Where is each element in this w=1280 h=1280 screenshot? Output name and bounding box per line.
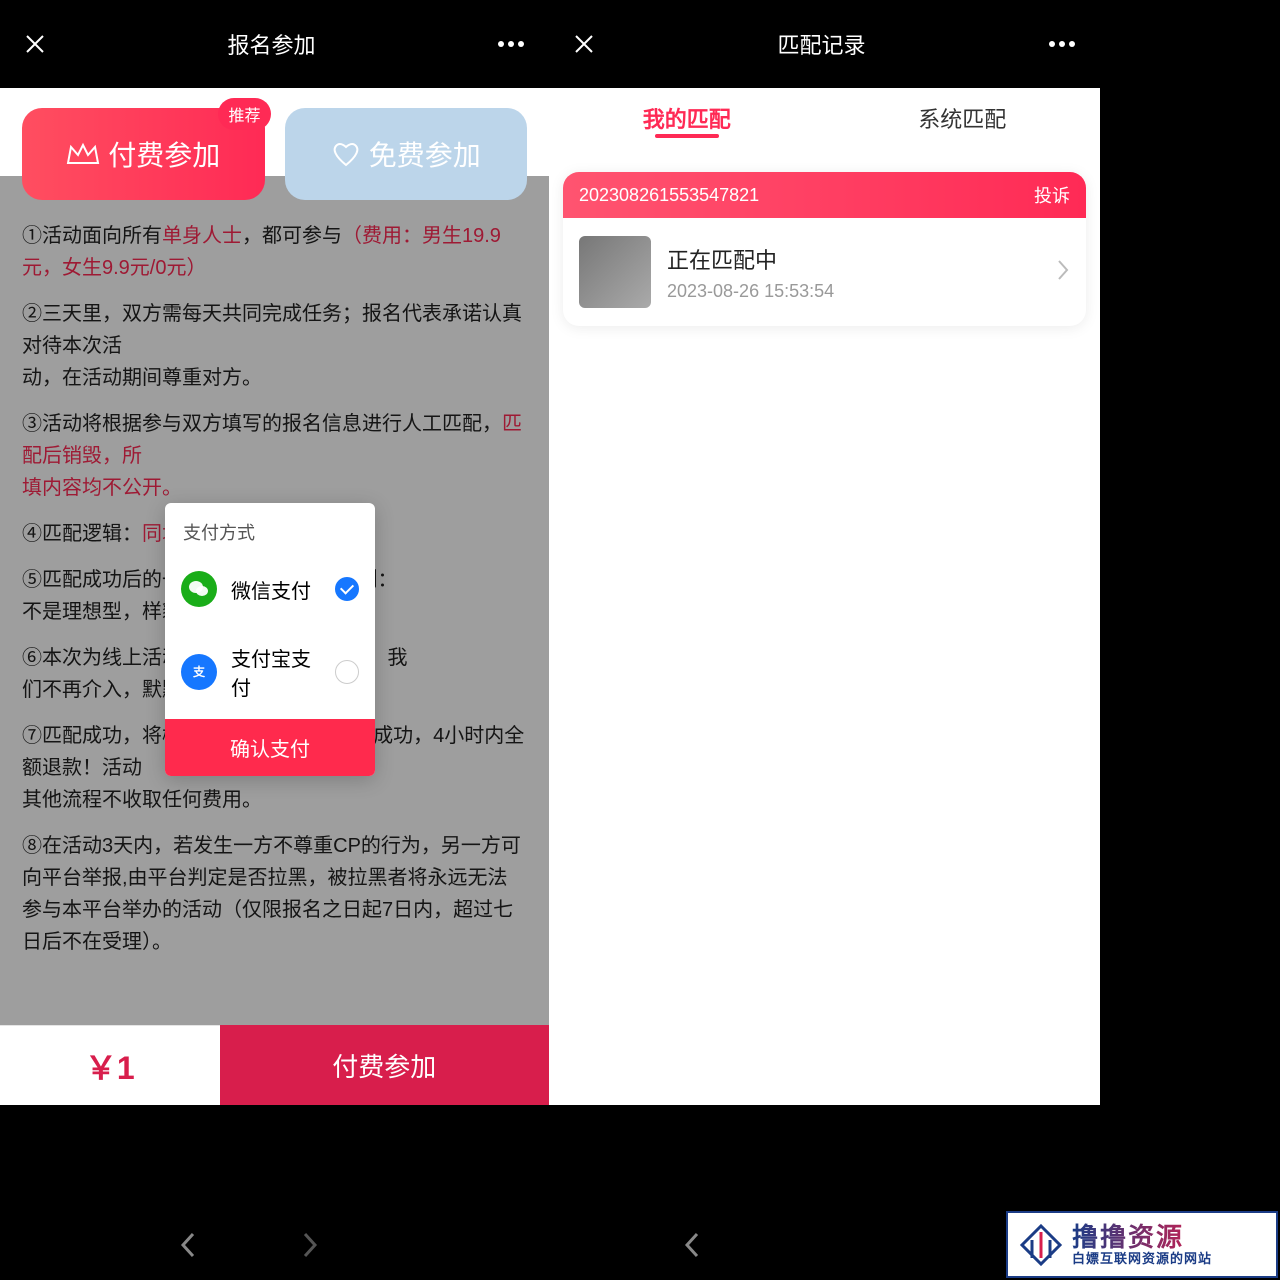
wechat-radio[interactable]: [335, 577, 359, 601]
chevron-right-icon: [1056, 259, 1070, 286]
tabs: 我的匹配 系统匹配: [549, 88, 1100, 148]
left-body: 付费参加 推荐 免费参加 ①活动面向所有单身人士，都可参与（费用：男生19.9元…: [0, 88, 549, 1105]
match-card[interactable]: 202308261553547821 投诉 正在匹配中 2023-08-26 1…: [563, 172, 1086, 326]
screen-match-history: 匹配记录 我的匹配 系统匹配 202308261553547821 投诉 正在匹…: [549, 0, 1100, 1105]
wechat-label: 微信支付: [231, 575, 321, 604]
payment-modal: 支付方式 微信支付 支 支付宝支付 确认支付: [165, 503, 375, 776]
recommend-badge: 推荐: [218, 98, 270, 130]
badge-logo-icon: [1018, 1222, 1064, 1268]
header-right: 匹配记录: [549, 0, 1100, 88]
bottom-bar: ￥1 付费参加: [0, 1025, 549, 1105]
close-icon[interactable]: [24, 33, 46, 55]
more-icon[interactable]: [497, 40, 525, 48]
nav-forward-icon[interactable]: [299, 1230, 321, 1260]
free-join-label: 免费参加: [369, 134, 481, 174]
page-title-left: 报名参加: [46, 28, 497, 60]
report-link[interactable]: 投诉: [1034, 182, 1070, 208]
alipay-label: 支付宝支付: [231, 643, 321, 701]
free-join-button[interactable]: 免费参加: [285, 108, 528, 200]
match-status: 正在匹配中: [667, 243, 1040, 275]
watermark-badge: 撸撸资源 白嫖互联网资源的网站: [1006, 1211, 1278, 1278]
page-title-right: 匹配记录: [595, 28, 1048, 60]
alipay-icon: 支: [181, 654, 217, 690]
price-display: ￥1: [0, 1025, 220, 1105]
right-body: 我的匹配 系统匹配 202308261553547821 投诉 正在匹配中 20…: [549, 88, 1100, 1105]
match-time: 2023-08-26 15:53:54: [667, 281, 1040, 302]
paid-join-label: 付费参加: [108, 134, 220, 174]
paid-join-cta[interactable]: 付费参加: [220, 1025, 549, 1105]
svg-text:支: 支: [192, 664, 206, 679]
heart-icon: [331, 141, 361, 167]
screen-signup: 报名参加 付费参加 推荐 免费参加: [0, 0, 549, 1105]
match-card-body: 正在匹配中 2023-08-26 15:53:54: [563, 218, 1086, 326]
header-left: 报名参加: [0, 0, 549, 88]
alipay-radio[interactable]: [335, 660, 359, 684]
match-id: 202308261553547821: [579, 185, 759, 206]
match-card-head: 202308261553547821 投诉: [563, 172, 1086, 218]
pay-option-alipay[interactable]: 支 支付宝支付: [165, 625, 375, 719]
tab-my-match[interactable]: 我的匹配: [549, 102, 825, 134]
paid-join-button[interactable]: 付费参加 推荐: [22, 108, 265, 200]
wechat-icon: [181, 571, 217, 607]
more-icon[interactable]: [1048, 40, 1076, 48]
avatar: [579, 236, 651, 308]
modal-title: 支付方式: [165, 503, 375, 553]
tab-system-match[interactable]: 系统匹配: [825, 102, 1101, 134]
nav-back-icon[interactable]: [177, 1230, 199, 1260]
close-icon[interactable]: [573, 33, 595, 55]
os-nav: [0, 1210, 1100, 1280]
pay-option-wechat[interactable]: 微信支付: [165, 553, 375, 625]
crown-icon: [66, 141, 100, 167]
badge-sub: 白嫖互联网资源的网站: [1072, 1252, 1212, 1266]
nav-back-icon-2[interactable]: [681, 1230, 703, 1260]
confirm-pay-button[interactable]: 确认支付: [165, 719, 375, 776]
badge-title: 撸撸资源: [1072, 1223, 1212, 1252]
